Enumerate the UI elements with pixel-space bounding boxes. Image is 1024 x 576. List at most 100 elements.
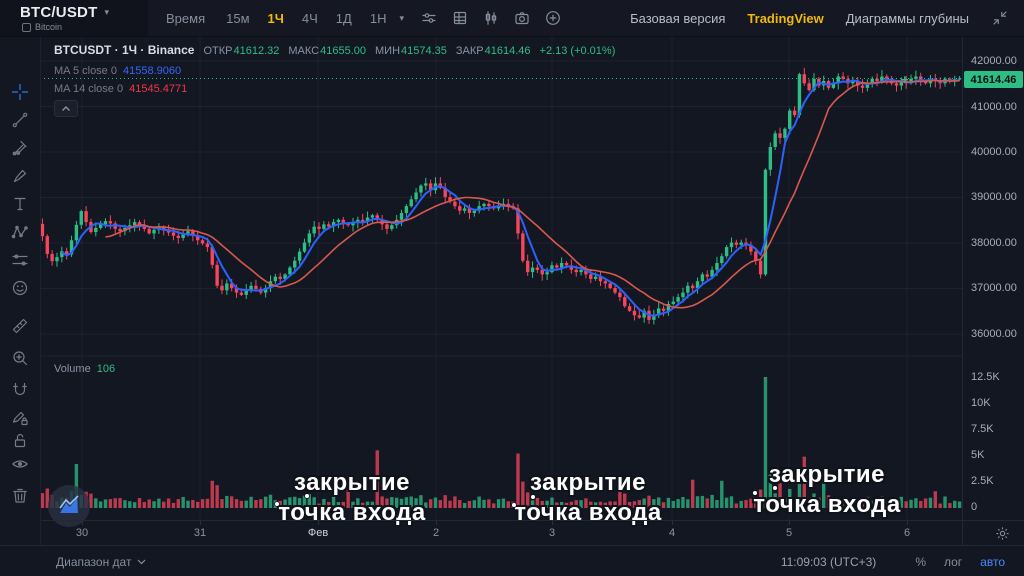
price-tick-label: 42000.00 bbox=[971, 55, 1017, 67]
forecast-tool[interactable] bbox=[11, 251, 29, 269]
link-базовая-версия[interactable]: Базовая версия bbox=[630, 11, 725, 26]
emoji-tool[interactable] bbox=[11, 279, 29, 297]
time-menu[interactable]: Время bbox=[166, 11, 205, 26]
chevron-down-icon: ▾ bbox=[104, 8, 109, 17]
volume-value: 106 bbox=[97, 363, 115, 375]
chart-style-icon bbox=[483, 10, 499, 26]
chevron-down-icon bbox=[137, 559, 146, 565]
trade-annotation: закрытиеточка входа bbox=[252, 468, 452, 528]
ma14-legend: MA 14 close 041545.4771 bbox=[54, 83, 615, 95]
eye-icon bbox=[11, 455, 29, 473]
price-tick-label: 37000.00 bbox=[971, 282, 1017, 294]
time-label: 6 bbox=[904, 527, 910, 539]
chart-style-button[interactable] bbox=[482, 10, 499, 27]
volume-tick-label: 10K bbox=[971, 397, 991, 409]
draw-lock-tool[interactable] bbox=[11, 409, 29, 427]
timeframe-1Н[interactable]: 1Н bbox=[361, 8, 396, 29]
text-tool-tool[interactable] bbox=[11, 195, 29, 213]
time-tick bbox=[789, 521, 790, 525]
time-label: 30 bbox=[76, 527, 88, 539]
marker-dot bbox=[531, 495, 535, 499]
ohlc-label: МАКС bbox=[288, 45, 319, 57]
price-tick-label: 40000.00 bbox=[971, 146, 1017, 158]
eye-tool[interactable] bbox=[11, 455, 29, 473]
chart-legend: BTCUSDT · 1Ч · Binance ОТКР41612.32МАКС4… bbox=[54, 41, 615, 117]
timeframe-more-icon[interactable]: ▾ bbox=[399, 13, 404, 24]
price-tick-label: 39000.00 bbox=[971, 191, 1017, 203]
volume-tick-label: 0 bbox=[971, 501, 977, 513]
time-label: 5 bbox=[786, 527, 792, 539]
magnet-tool[interactable] bbox=[11, 381, 29, 399]
ohlc-field: МИН41574.35 bbox=[375, 41, 447, 59]
timeframe-4Ч[interactable]: 4Ч bbox=[293, 8, 327, 29]
clock: 11:09:03 (UTC+3) bbox=[781, 555, 877, 569]
ruler-tool[interactable] bbox=[11, 317, 29, 335]
ohlc-value: 41614.46 bbox=[485, 45, 531, 57]
chevron-up-icon bbox=[61, 105, 71, 113]
camera-button[interactable] bbox=[513, 10, 530, 27]
camera-icon bbox=[514, 10, 530, 26]
price-change: +2.13 (+0.01%) bbox=[540, 45, 616, 57]
time-label: Фев bbox=[308, 527, 328, 539]
ohlc-label: МИН bbox=[375, 45, 400, 57]
topbar-icons bbox=[420, 10, 561, 27]
timeframe-1Ч[interactable]: 1Ч bbox=[259, 8, 293, 29]
price-axis[interactable]: 42000.00 41000.00 40000.00 39000.00 38000.00… bbox=[962, 36, 1024, 520]
timeframe-15м[interactable]: 15м bbox=[217, 8, 258, 29]
time-tick bbox=[82, 521, 83, 525]
chart-area: BTCUSDT · 1Ч · Binance ОТКР41612.32МАКС4… bbox=[40, 36, 962, 520]
trend-line-tool[interactable] bbox=[11, 111, 29, 129]
ohlc-field: ОТКР41612.32 bbox=[203, 41, 279, 59]
forecast-icon bbox=[11, 251, 29, 269]
last-price-badge: 41614.46 bbox=[964, 71, 1023, 88]
date-range-button[interactable]: Диапазон дат bbox=[56, 555, 146, 569]
time-label: 4 bbox=[669, 527, 675, 539]
time-tick bbox=[907, 521, 908, 525]
lock-tool[interactable] bbox=[11, 432, 29, 450]
marker-dot bbox=[753, 491, 757, 495]
collapse-icon bbox=[992, 10, 1008, 26]
collapse-legend-button[interactable] bbox=[54, 100, 78, 117]
xabcd-pattern-tool[interactable] bbox=[11, 223, 29, 241]
brush-tool[interactable] bbox=[11, 167, 29, 185]
pitchfork-icon bbox=[11, 139, 29, 157]
volume-legend: Volume106 bbox=[54, 363, 115, 375]
symbol-selector[interactable]: BTC/USDT ▾ Bitcoin bbox=[0, 0, 148, 36]
link-диаграммы-глубины[interactable]: Диаграммы глубины bbox=[846, 11, 969, 26]
pitchfork-tool[interactable] bbox=[11, 139, 29, 157]
zoom-in-tool[interactable] bbox=[11, 349, 29, 367]
timeframe-1Д[interactable]: 1Д bbox=[327, 8, 361, 29]
indicators-icon bbox=[421, 10, 437, 26]
time-tick bbox=[672, 521, 673, 525]
time-axis[interactable]: 3031Фев23456 bbox=[40, 520, 1024, 546]
trend-line-icon bbox=[11, 111, 29, 129]
trash-tool[interactable] bbox=[11, 487, 29, 505]
add-chart-button[interactable] bbox=[544, 10, 561, 27]
scale-auto-toggle[interactable]: авто bbox=[971, 553, 1014, 571]
annotation-line2: точка входа bbox=[727, 490, 927, 520]
scale-log-toggle[interactable]: лог bbox=[935, 553, 971, 571]
draw-lock-icon bbox=[11, 409, 29, 427]
ohlc-value: 41574.35 bbox=[401, 45, 447, 57]
add-chart-icon bbox=[545, 10, 561, 26]
scale-percent-toggle[interactable]: % bbox=[906, 553, 935, 571]
marker-dot bbox=[305, 494, 309, 498]
symbol-subtitle: Bitcoin bbox=[35, 22, 62, 32]
screener-grid-button[interactable] bbox=[451, 10, 468, 27]
coin-icon bbox=[22, 23, 31, 32]
screener-grid-icon bbox=[452, 10, 468, 26]
time-tick bbox=[552, 521, 553, 525]
volume-tick-label: 5K bbox=[971, 449, 984, 461]
time-label: 31 bbox=[194, 527, 206, 539]
price-tick-label: 38000.00 bbox=[971, 237, 1017, 249]
link-tradingview[interactable]: TradingView bbox=[747, 11, 823, 26]
collapse-view-button[interactable] bbox=[991, 10, 1008, 27]
marker-dot bbox=[275, 502, 279, 506]
axis-settings-gear-icon[interactable] bbox=[995, 526, 1010, 541]
lock-icon bbox=[11, 432, 29, 450]
crosshair-tool[interactable] bbox=[11, 83, 29, 101]
price-tick-label: 41000.00 bbox=[971, 101, 1017, 113]
price-tick-label: 36000.00 bbox=[971, 328, 1017, 340]
indicators-button[interactable] bbox=[420, 10, 437, 27]
ohlc-field: ЗАКР41614.46 bbox=[456, 41, 531, 59]
